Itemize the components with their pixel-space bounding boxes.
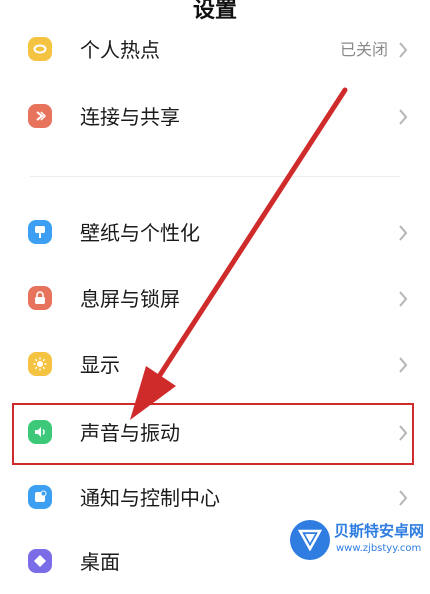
settings-item-label: 壁纸与个性化	[80, 221, 200, 245]
lock-icon	[28, 286, 52, 310]
chevron-right-icon	[399, 291, 408, 307]
chevron-right-icon	[399, 225, 408, 241]
settings-item-connect[interactable]: 连接与共享	[0, 85, 430, 149]
desktop-icon	[28, 549, 52, 573]
settings-item-lockscreen[interactable]: 息屏与锁屏	[0, 267, 430, 331]
settings-item-display[interactable]: 显示	[0, 333, 430, 397]
brush-icon	[28, 220, 52, 244]
settings-item-label: 个人热点	[80, 38, 160, 62]
settings-item-wallpaper[interactable]: 壁纸与个性化	[0, 201, 430, 265]
chevron-right-icon	[399, 357, 408, 373]
watermark-name: 贝斯特安卓网	[334, 522, 425, 540]
highlight-box	[12, 403, 414, 465]
hotspot-status: 已关闭	[339, 40, 388, 59]
settings-item-label: 连接与共享	[80, 105, 180, 129]
share-icon	[28, 104, 52, 128]
watermark: 贝斯特安卓网 www.zjbstyy.com	[290, 518, 424, 562]
settings-item-label: 显示	[80, 353, 120, 377]
settings-item-hotspot[interactable]: 个人热点 已关闭	[0, 18, 430, 82]
notification-icon	[28, 485, 52, 509]
chevron-right-icon	[399, 490, 408, 506]
chevron-right-icon	[399, 109, 408, 125]
watermark-logo-icon	[290, 520, 330, 560]
section-divider	[30, 176, 400, 177]
chevron-right-icon	[399, 42, 408, 58]
settings-item-label: 通知与控制中心	[80, 486, 220, 510]
settings-item-label: 息屏与锁屏	[80, 287, 180, 311]
watermark-url: www.zjbstyy.com	[336, 543, 422, 554]
settings-item-label: 桌面	[80, 550, 120, 574]
hotspot-icon	[28, 37, 52, 61]
sun-icon	[28, 352, 52, 376]
